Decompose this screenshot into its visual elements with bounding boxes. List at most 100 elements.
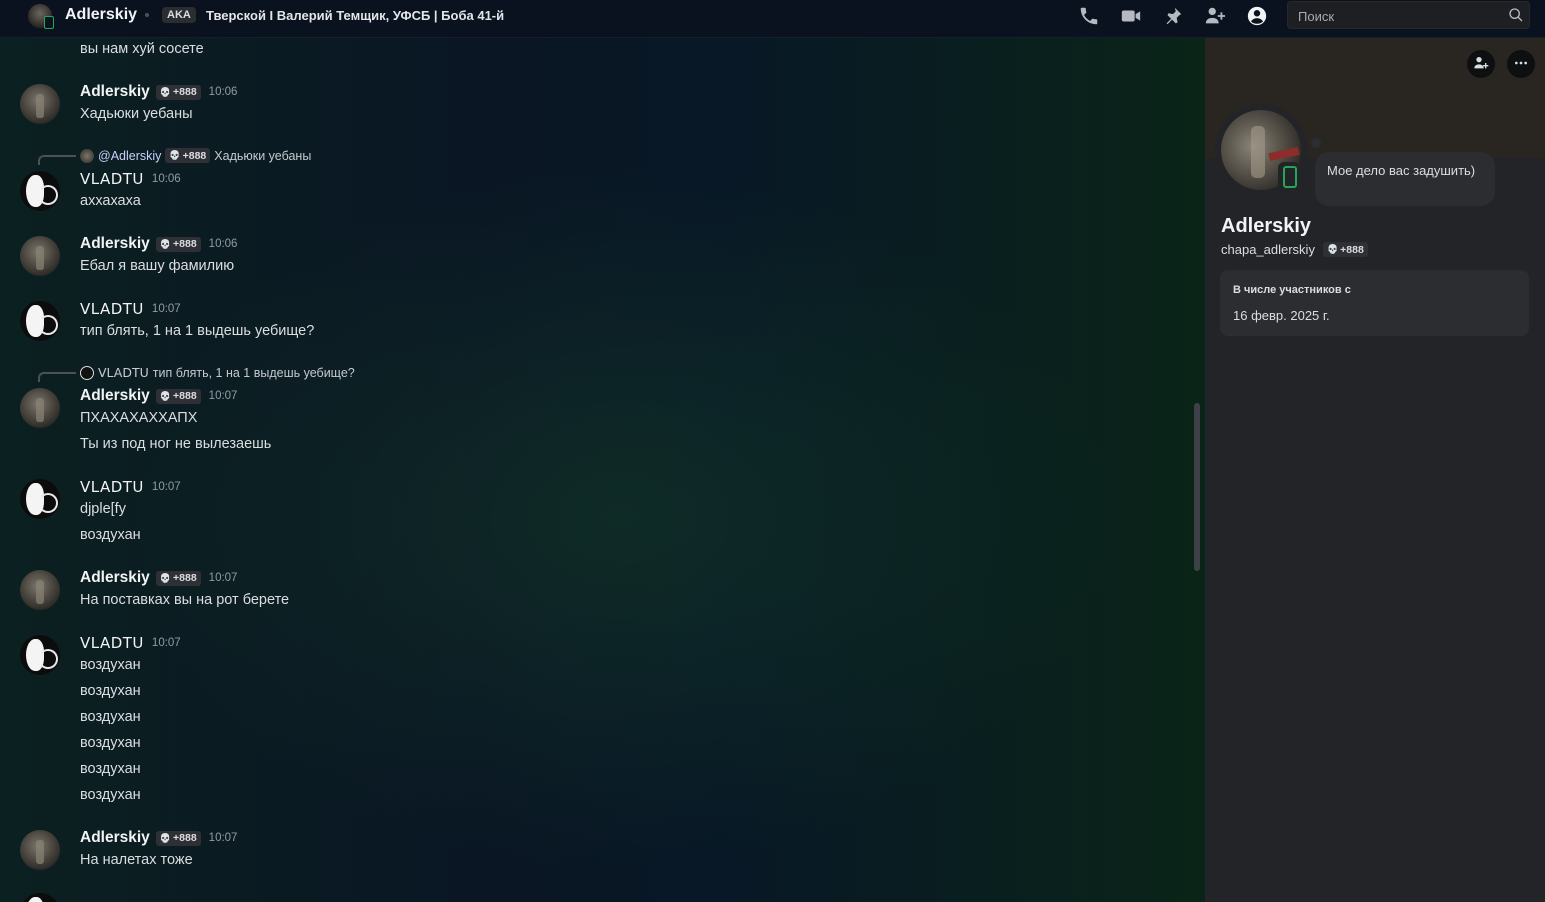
message-username[interactable]: Adlerskiy xyxy=(80,235,150,253)
message-header: VLADTU 10:07 xyxy=(80,478,181,496)
search-icon[interactable] xyxy=(1508,7,1524,23)
message-header: VLADTU 10:07 xyxy=(80,634,181,652)
message-text: тип блять, 1 на 1 выдешь уебище? xyxy=(80,323,315,339)
reply-username[interactable]: @Adlerskiy xyxy=(98,149,161,163)
avatar[interactable] xyxy=(20,236,60,276)
aka-badge: AKA xyxy=(162,7,196,23)
header-separator xyxy=(145,13,149,17)
add-friend-icon[interactable] xyxy=(1204,5,1226,27)
user-profile-panel: Мое дело вас задушить) Adlerskiy chapa_a… xyxy=(1205,38,1545,902)
message-username[interactable]: VLADTU xyxy=(80,634,144,652)
user-badge[interactable]: 💀 +888 xyxy=(1322,242,1368,257)
add-friend-icon xyxy=(1473,55,1489,74)
message-text: Хадьюки уебаны xyxy=(80,106,193,122)
channel-header: Adlerskiy AKA Тверской I Валерий Темщик,… xyxy=(0,0,1545,38)
message-text: воздухан xyxy=(80,787,141,803)
avatar[interactable] xyxy=(20,570,60,610)
message-time: 10:07 xyxy=(208,390,238,402)
profile-icon[interactable] xyxy=(1246,5,1268,27)
message-text: воздухан xyxy=(80,657,141,673)
message-text: ПХАХАХАХХАПХ xyxy=(80,410,198,426)
skull-icon: 💀 xyxy=(159,238,172,249)
reply-connector xyxy=(38,372,76,382)
avatar[interactable] xyxy=(20,479,60,519)
message-time: 10:06 xyxy=(208,238,238,250)
message-text: воздухан xyxy=(80,709,141,725)
skull-icon: 💀 xyxy=(159,832,172,843)
reply-preview[interactable]: @Adlerskiy 💀 +888 Хадьюки уебаны xyxy=(80,148,311,163)
message-username[interactable]: VLADTU xyxy=(80,478,144,496)
avatar-decoration xyxy=(1268,146,1300,162)
reply-preview[interactable]: VLADTU тип блять, 1 на 1 выдешь уебище? xyxy=(80,365,355,380)
user-badge[interactable]: 💀 +888 xyxy=(155,84,201,100)
message-text: Ты из под ног не вылезаешь xyxy=(80,436,272,452)
message-header: Adlerskiy 💀 +888 10:07 xyxy=(80,387,237,405)
user-badge[interactable]: 💀 +888 xyxy=(155,236,201,252)
user-badge: 💀 +888 xyxy=(165,148,211,163)
avatar[interactable] xyxy=(20,388,60,428)
reply-text: тип блять, 1 на 1 выдешь уебище? xyxy=(152,365,355,380)
phone-call-icon[interactable] xyxy=(1078,5,1100,27)
reply-connector xyxy=(38,155,76,165)
message-header: Adlerskiy 💀 +888 10:06 xyxy=(80,235,237,253)
chat-scroll-thumb[interactable] xyxy=(1194,403,1200,571)
search-input[interactable] xyxy=(1296,6,1500,26)
header-username[interactable]: Adlerskiy xyxy=(65,6,137,24)
message-username[interactable]: VLADTU xyxy=(80,170,144,188)
user-badge[interactable]: 💀 +888 xyxy=(155,830,201,846)
pin-icon[interactable] xyxy=(1162,5,1184,27)
message-time: 10:06 xyxy=(151,173,181,185)
message-text: Ебал я вашу фамилию xyxy=(80,258,235,274)
message-username[interactable]: VLADTU xyxy=(80,300,144,318)
member-since-label: В числе участников с xyxy=(1233,284,1351,296)
more-icon xyxy=(1513,55,1529,74)
more-options-button[interactable] xyxy=(1507,50,1535,78)
profile-display-name: Adlerskiy xyxy=(1221,215,1312,237)
reply-username[interactable]: VLADTU xyxy=(98,365,149,380)
mobile-status-icon xyxy=(44,16,54,29)
message-text: На поставках вы на рот берете xyxy=(80,592,290,608)
message-header: Adlerskiy 💀 +888 10:07 xyxy=(80,569,237,587)
message-header: VLADTU 10:07 xyxy=(80,300,181,318)
message-username[interactable]: Adlerskiy xyxy=(80,829,150,847)
message-username[interactable]: Adlerskiy xyxy=(80,83,150,101)
mobile-status-icon xyxy=(1283,166,1297,188)
message-time: 10:07 xyxy=(208,572,238,584)
member-since-card: В числе участников с 16 февр. 2025 г. xyxy=(1220,270,1529,336)
message-header: Adlerskiy 💀 +888 10:07 xyxy=(80,829,237,847)
message-username[interactable]: Adlerskiy xyxy=(80,387,150,405)
search-box[interactable] xyxy=(1287,1,1530,29)
reply-avatar xyxy=(80,148,94,163)
status-bubble-dot xyxy=(1311,138,1321,148)
skull-icon: 💀 xyxy=(169,150,181,160)
avatar[interactable] xyxy=(20,171,60,211)
message-username[interactable]: Adlerskiy xyxy=(80,569,150,587)
user-badge[interactable]: 💀 +888 xyxy=(155,570,201,586)
message-area[interactable]: вы нам хуй сосете Adlerskiy 💀 +888 10:06 … xyxy=(0,38,1205,902)
aka-text: Тверской I Валерий Темщик, УФСБ | Боба 4… xyxy=(206,8,505,23)
skull-icon: 💀 xyxy=(159,390,172,401)
add-friend-button[interactable] xyxy=(1467,50,1495,78)
avatar[interactable] xyxy=(20,830,60,870)
message-text: аххахаха xyxy=(80,193,141,209)
message-text: djple[fy xyxy=(80,501,126,517)
status-text: Мое дело вас задушить) xyxy=(1327,163,1476,178)
message-time: 10:06 xyxy=(208,86,238,98)
user-badge[interactable]: 💀 +888 xyxy=(155,388,201,404)
message-time: 10:07 xyxy=(151,481,181,493)
message-text: воздухан xyxy=(80,735,141,751)
profile-username[interactable]: chapa_adlerskiy xyxy=(1221,242,1315,257)
message-text: воздухан xyxy=(80,527,141,543)
message-text: вы нам хуй сосете xyxy=(80,41,204,57)
avatar[interactable] xyxy=(20,301,60,341)
video-call-icon[interactable] xyxy=(1120,5,1142,27)
custom-status[interactable]: Мое дело вас задушить) xyxy=(1315,152,1495,206)
message-header: Adlerskiy 💀 +888 10:06 xyxy=(80,83,237,101)
avatar[interactable] xyxy=(20,893,60,902)
reply-avatar xyxy=(80,365,94,380)
reply-text: Хадьюки уебаны xyxy=(214,148,312,163)
avatar[interactable] xyxy=(20,84,60,124)
message-time: 10:07 xyxy=(151,637,181,649)
avatar[interactable] xyxy=(20,635,60,675)
message-time: 10:07 xyxy=(151,303,181,315)
